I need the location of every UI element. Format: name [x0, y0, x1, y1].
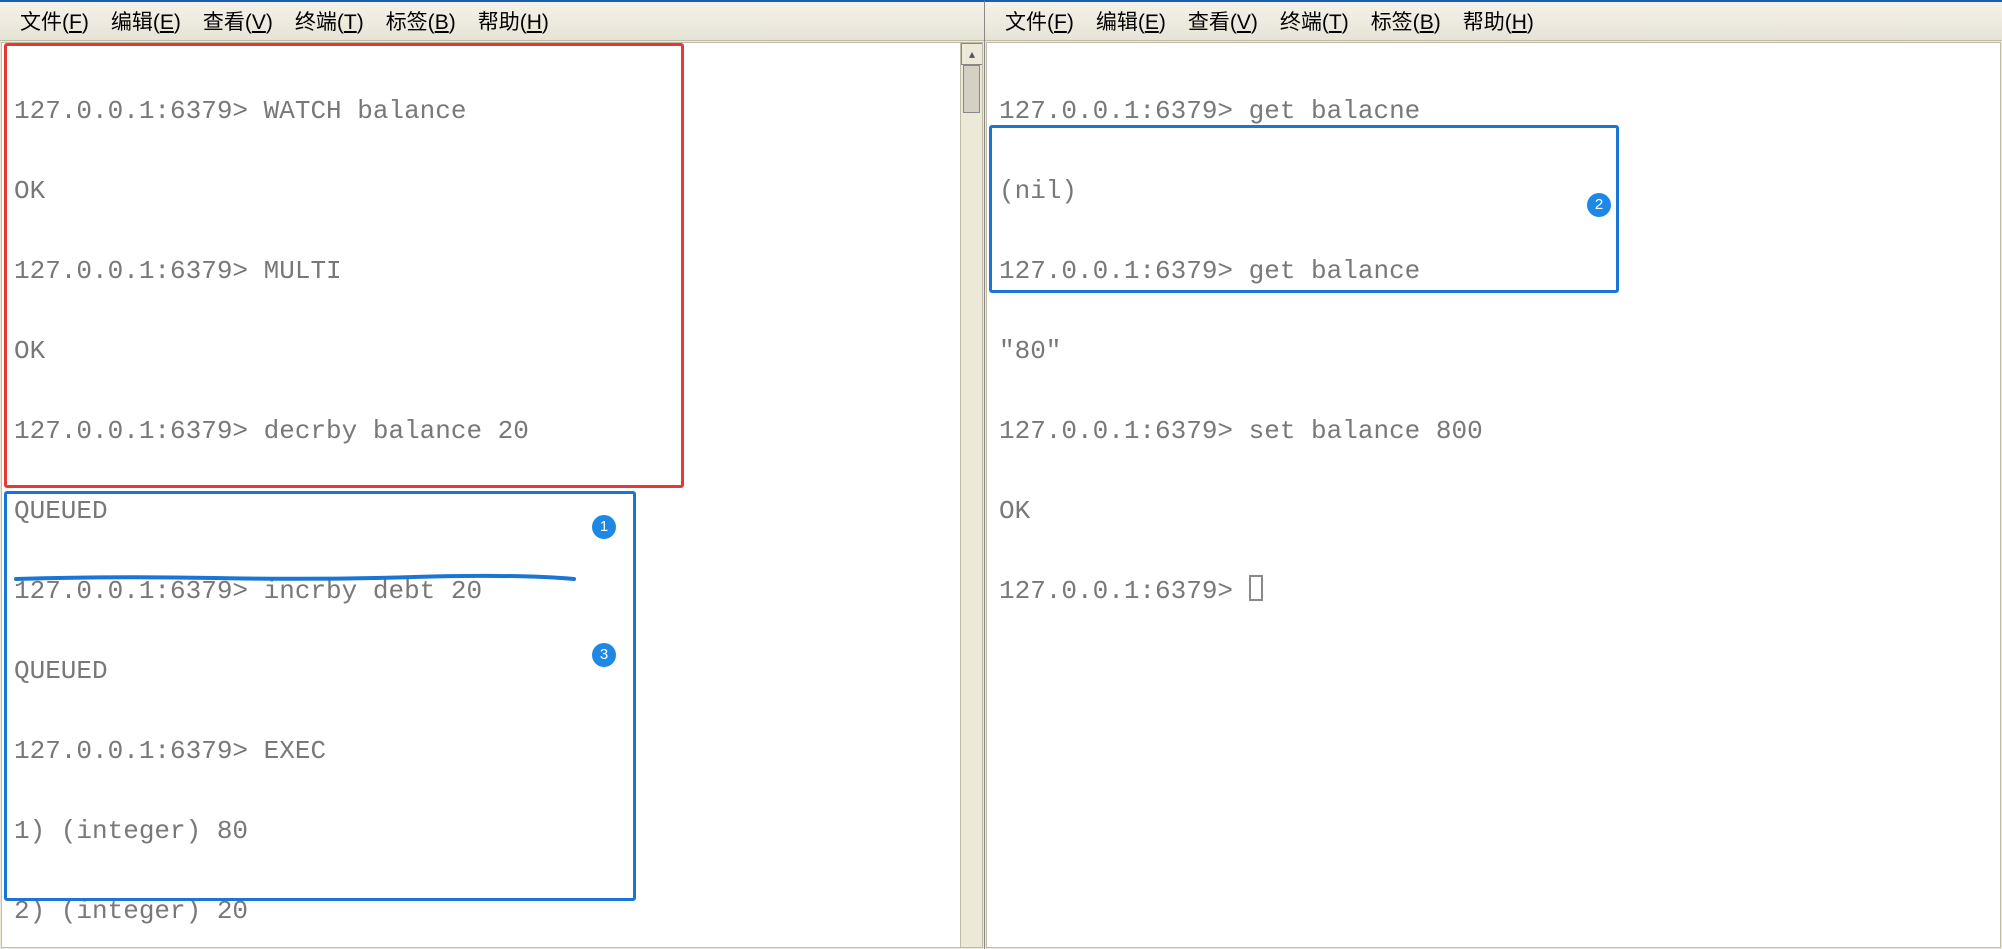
menubar-left: 文件(F) 编辑(E) 查看(V) 终端(T) 标签(B) 帮助(H) [0, 2, 984, 41]
terminal-line: 1) (integer) 80 [14, 811, 970, 851]
terminal-left-wrap: 127.0.0.1:6379> WATCH balance OK 127.0.0… [1, 42, 983, 948]
menu-file[interactable]: 文件(F) [20, 6, 89, 36]
terminal-line: 127.0.0.1:6379> EXEC [14, 731, 970, 771]
menu-view[interactable]: 查看(V) [203, 6, 273, 36]
scroll-up-icon[interactable]: ▴ [961, 43, 983, 65]
menu-file[interactable]: 文件(F) [1005, 6, 1074, 36]
scroll-thumb[interactable] [963, 65, 980, 113]
menu-tabs[interactable]: 标签(B) [1371, 6, 1441, 36]
terminal-line: 127.0.0.1:6379> [999, 571, 1988, 611]
annotation-underline [14, 573, 594, 585]
menu-edit[interactable]: 编辑(E) [111, 6, 181, 36]
menu-view[interactable]: 查看(V) [1188, 6, 1258, 36]
terminal-line: QUEUED [14, 491, 970, 531]
menu-help[interactable]: 帮助(H) [1463, 6, 1534, 36]
terminal-right-wrap: 127.0.0.1:6379> get balacne (nil) 127.0.… [986, 42, 2001, 948]
terminal-line: 127.0.0.1:6379> MULTI [14, 251, 970, 291]
menu-terminal[interactable]: 终端(T) [295, 6, 364, 36]
terminal-line: 127.0.0.1:6379> get balacne [999, 91, 1988, 131]
right-terminal-pane: 文件(F) 编辑(E) 查看(V) 终端(T) 标签(B) 帮助(H) 127.… [984, 0, 2002, 949]
terminal-line: OK [999, 491, 1988, 531]
menu-help[interactable]: 帮助(H) [478, 6, 549, 36]
terminal-line: 127.0.0.1:6379> WATCH balance [14, 91, 970, 131]
terminal-line: 127.0.0.1:6379> decrby balance 20 [14, 411, 970, 451]
menubar-right: 文件(F) 编辑(E) 查看(V) 终端(T) 标签(B) 帮助(H) [985, 2, 2002, 41]
terminal-line: 127.0.0.1:6379> get balance [999, 251, 1988, 291]
terminal-left[interactable]: 127.0.0.1:6379> WATCH balance OK 127.0.0… [2, 43, 982, 947]
left-terminal-pane: 文件(F) 编辑(E) 查看(V) 终端(T) 标签(B) 帮助(H) 127.… [0, 0, 984, 949]
menu-tabs[interactable]: 标签(B) [386, 6, 456, 36]
terminal-line: 2) (integer) 20 [14, 891, 970, 931]
terminal-line: (nil) [999, 171, 1988, 211]
cursor-icon [1249, 575, 1263, 601]
menu-terminal[interactable]: 终端(T) [1280, 6, 1349, 36]
terminal-line: OK [14, 331, 970, 371]
terminal-line: QUEUED [14, 651, 970, 691]
terminal-line: OK [14, 171, 970, 211]
menu-edit[interactable]: 编辑(E) [1096, 6, 1166, 36]
terminal-line: "80" [999, 331, 1988, 371]
terminal-right[interactable]: 127.0.0.1:6379> get balacne (nil) 127.0.… [987, 43, 2000, 947]
terminal-line: 127.0.0.1:6379> set balance 800 [999, 411, 1988, 451]
scrollbar-left[interactable]: ▴ [960, 43, 982, 947]
